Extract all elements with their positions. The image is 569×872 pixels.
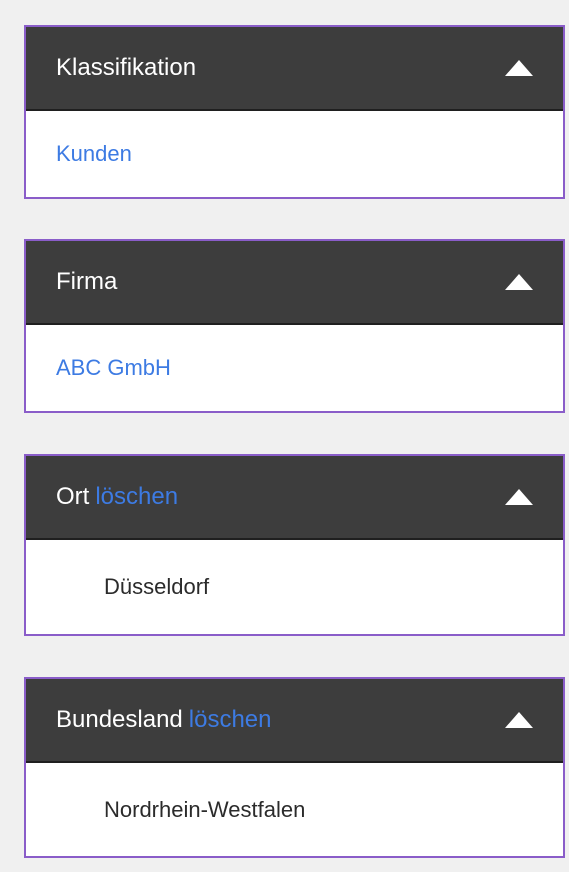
facet-header-firma[interactable]: Firma	[26, 241, 563, 325]
collapse-button[interactable]	[503, 487, 535, 507]
selected-filter-value: Düsseldorf	[104, 574, 210, 599]
facet-header-ort[interactable]: Ort löschen	[26, 456, 563, 540]
facet-title: Ort löschen	[56, 483, 178, 511]
facet-panel-firma: Firma ABC GmbH	[24, 239, 565, 413]
facet-panel-klassifikation: Klassifikation Kunden	[24, 25, 565, 199]
selected-filter-value: Nordrhein-Westfalen	[104, 797, 306, 822]
triangle-up-icon	[505, 712, 533, 728]
facet-title: Firma	[56, 268, 118, 295]
facet-body: ABC GmbH	[26, 325, 563, 411]
facet-title: Klassifikation	[56, 54, 197, 81]
facet-title-text: Ort	[56, 483, 90, 510]
facet-body: Düsseldorf	[26, 540, 563, 634]
triangle-up-icon	[505, 274, 533, 290]
collapse-button[interactable]	[503, 58, 535, 78]
facet-body: Kunden	[26, 111, 563, 197]
facet-header-klassifikation[interactable]: Klassifikation	[26, 27, 563, 111]
triangle-up-icon	[505, 489, 533, 505]
delete-filter-link[interactable]: löschen	[189, 706, 272, 733]
delete-filter-link[interactable]: löschen	[95, 483, 178, 510]
facet-body: Nordrhein-Westfalen	[26, 763, 563, 857]
facet-title: Bundesland löschen	[56, 706, 272, 734]
collapse-button[interactable]	[503, 272, 535, 292]
facet-header-bundesland[interactable]: Bundesland löschen	[26, 679, 563, 763]
facet-title-text: Bundesland	[56, 706, 183, 733]
facet-panel-bundesland: Bundesland löschen Nordrhein-Westfalen	[24, 677, 565, 858]
collapse-button[interactable]	[503, 710, 535, 730]
facet-panel-ort: Ort löschen Düsseldorf	[24, 454, 565, 636]
facet-value-link[interactable]: ABC GmbH	[56, 355, 171, 381]
triangle-up-icon	[505, 60, 533, 76]
facet-value-link[interactable]: Kunden	[56, 141, 132, 167]
